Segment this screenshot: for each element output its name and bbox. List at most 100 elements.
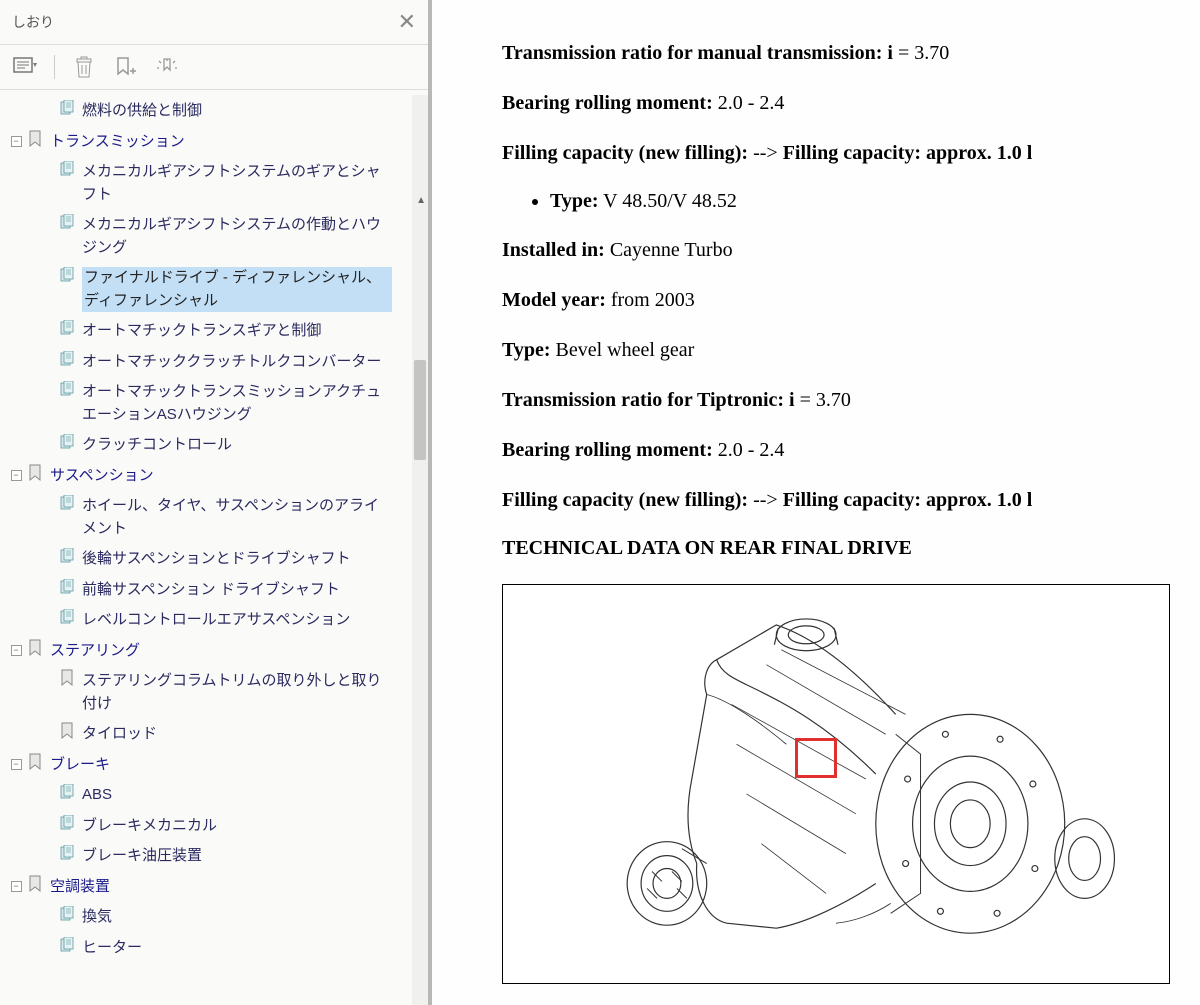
tree-label: オートマチックトランスミッションアクチュエーションASハウジング xyxy=(82,381,392,426)
page-stack-icon xyxy=(58,267,76,283)
differential-illustration xyxy=(523,605,1149,963)
bookmark-ribbon-icon xyxy=(26,876,44,892)
page-stack-icon xyxy=(58,906,76,922)
collapse-icon[interactable]: − xyxy=(11,645,22,656)
tree-leaf[interactable]: 燃料の供給と制御 xyxy=(6,96,428,127)
tree-section[interactable]: − サスペンション xyxy=(6,461,428,492)
page-stack-icon xyxy=(58,495,76,511)
tree-label: レベルコントロールエアサスペンション xyxy=(82,609,350,632)
tree-label: メカニカルギアシフトシステムのギアとシャフト xyxy=(82,161,392,206)
tree-label: サスペンション xyxy=(50,465,154,488)
spec-line: Filling capacity (new filling): --> Fill… xyxy=(502,487,1172,513)
tree-leaf[interactable]: ステアリングコラムトリムの取り外しと取り付け xyxy=(6,666,428,719)
tree-leaf[interactable]: レベルコントロールエアサスペンション xyxy=(6,605,428,636)
tree-leaf[interactable]: タイロッド xyxy=(6,719,428,750)
tree-leaf[interactable]: メカニカルギアシフトシステムのギアとシャフト xyxy=(6,157,428,210)
spec-line: Type: Bevel wheel gear xyxy=(502,337,1172,363)
expand-bookmark-icon[interactable] xyxy=(155,54,181,80)
tree-label: ホイール、タイヤ、サスペンションのアライメント xyxy=(82,495,392,540)
collapse-icon[interactable]: − xyxy=(11,136,22,147)
technical-diagram xyxy=(502,584,1170,984)
tree-label: ステアリングコラムトリムの取り外しと取り付け xyxy=(82,670,392,715)
page-stack-icon xyxy=(58,579,76,595)
tree-leaf[interactable]: ホイール、タイヤ、サスペンションのアライメント xyxy=(6,491,428,544)
spec-line: Installed in: Cayenne Turbo xyxy=(502,237,1172,263)
collapse-icon[interactable]: − xyxy=(11,470,22,481)
tree-label: ヒーター xyxy=(82,937,142,960)
tree-label: トランスミッション xyxy=(50,131,185,154)
tree-section[interactable]: −ステアリング xyxy=(6,636,428,667)
tree-leaf[interactable]: 後輪サスペンションとドライブシャフト xyxy=(6,544,428,575)
tree-label: オートマチックトランスギアと制御 xyxy=(82,320,321,343)
tree-label: 前輪サスペンション ドライブシャフト xyxy=(82,579,340,602)
options-dropdown-icon[interactable] xyxy=(12,54,38,80)
scrollbar-track[interactable]: ▲ xyxy=(412,95,428,1005)
page-stack-icon xyxy=(58,214,76,230)
spec-line: Bearing rolling moment: 2.0 - 2.4 xyxy=(502,90,1172,116)
section-heading: TECHNICAL DATA ON REAR FINAL DRIVE xyxy=(502,537,1172,560)
tree-leaf[interactable]: ブレーキ油圧装置 xyxy=(6,841,428,872)
tree-label: 燃料の供給と制御 xyxy=(82,100,202,123)
tree-label: 後輪サスペンションとドライブシャフト xyxy=(82,548,351,571)
tree-leaf[interactable]: ABS xyxy=(6,780,428,811)
sidebar-title: しおり xyxy=(12,12,54,32)
bookmark-ribbon-icon xyxy=(58,670,76,686)
spec-list-item: Type: V 48.50/V 48.52 xyxy=(550,190,1172,213)
page-stack-icon xyxy=(58,609,76,625)
spec-list: Type: V 48.50/V 48.52 xyxy=(550,190,1172,213)
page-stack-icon xyxy=(58,937,76,953)
page-stack-icon xyxy=(58,548,76,564)
tree-label: メカニカルギアシフトシステムの作動とハウジング xyxy=(82,214,392,259)
spec-line: Transmission ratio for Tiptronic: i = 3.… xyxy=(502,387,1172,413)
spec-line: Bearing rolling moment: 2.0 - 2.4 xyxy=(502,437,1172,463)
tree-leaf[interactable]: 換気 xyxy=(6,902,428,933)
tree-leaf[interactable]: メカニカルギアシフトシステムの作動とハウジング xyxy=(6,210,428,263)
spec-line: Transmission ratio for manual transmissi… xyxy=(502,40,1172,66)
tree-leaf[interactable]: クラッチコントロール xyxy=(6,430,428,461)
new-bookmark-icon[interactable] xyxy=(113,54,139,80)
bookmark-ribbon-icon xyxy=(26,465,44,481)
tree-leaf[interactable]: ヒーター xyxy=(6,933,428,964)
spec-line: Model year: from 2003 xyxy=(502,287,1172,313)
tree-section[interactable]: −空調装置 xyxy=(6,872,428,903)
tree-leaf[interactable]: 前輪サスペンション ドライブシャフト xyxy=(6,575,428,606)
tree-label: ブレーキ油圧装置 xyxy=(82,845,202,868)
tree-label: 換気 xyxy=(82,906,112,929)
toolbar-divider xyxy=(54,55,55,79)
tree-section[interactable]: − ブレーキ xyxy=(6,750,428,781)
tree-leaf[interactable]: オートマチックトランスギアと制御 xyxy=(6,316,428,347)
tree-section[interactable]: − トランスミッション xyxy=(6,127,428,158)
tree-leaf[interactable]: オートマチッククラッチトルクコンバーター xyxy=(6,347,428,378)
page-stack-icon xyxy=(58,784,76,800)
page-stack-icon xyxy=(58,381,76,397)
bookmark-tree[interactable]: 燃料の供給と制御 − トランスミッションメカニカルギアシフトシステムのギアとシャフト… xyxy=(0,90,428,1005)
page-stack-icon xyxy=(58,351,76,367)
highlight-marker xyxy=(795,738,837,778)
tree-label: ファイナルドライブ - ディファレンシャル、ディファレンシャル xyxy=(82,267,392,312)
tree-label: ブレーキ xyxy=(50,754,110,777)
close-icon[interactable]: ✕ xyxy=(398,9,416,35)
scroll-up-icon[interactable]: ▲ xyxy=(416,195,426,206)
tree-leaf[interactable]: ファイナルドライブ - ディファレンシャル、ディファレンシャル xyxy=(6,263,428,316)
page-stack-icon xyxy=(58,100,76,116)
page-stack-icon xyxy=(58,434,76,450)
tree-label: ABS xyxy=(82,784,112,807)
sidebar-header: しおり ✕ xyxy=(0,0,428,45)
spec-line: Filling capacity (new filling): --> Fill… xyxy=(502,140,1172,166)
page-stack-icon xyxy=(58,845,76,861)
collapse-icon[interactable]: − xyxy=(11,881,22,892)
page-stack-icon xyxy=(58,320,76,336)
tree-leaf[interactable]: ブレーキメカニカル xyxy=(6,811,428,842)
scrollbar-thumb[interactable] xyxy=(414,360,426,460)
tree-label: クラッチコントロール xyxy=(82,434,232,457)
tree-label: オートマチッククラッチトルクコンバーター xyxy=(82,351,381,374)
tree-leaf[interactable]: オートマチックトランスミッションアクチュエーションASハウジング xyxy=(6,377,428,430)
page-stack-icon xyxy=(58,815,76,831)
tree-label: ブレーキメカニカル xyxy=(82,815,217,838)
collapse-icon[interactable]: − xyxy=(11,759,22,770)
bookmarks-sidebar: しおり ✕ 燃料の供給と制御 − トランスミッションメカニカルギアシフトシステムのギ… xyxy=(0,0,432,1005)
bookmark-ribbon-icon xyxy=(58,723,76,739)
delete-icon[interactable] xyxy=(71,54,97,80)
document-content: Transmission ratio for manual transmissi… xyxy=(432,0,1200,1005)
tree-label: タイロッド xyxy=(82,723,157,746)
